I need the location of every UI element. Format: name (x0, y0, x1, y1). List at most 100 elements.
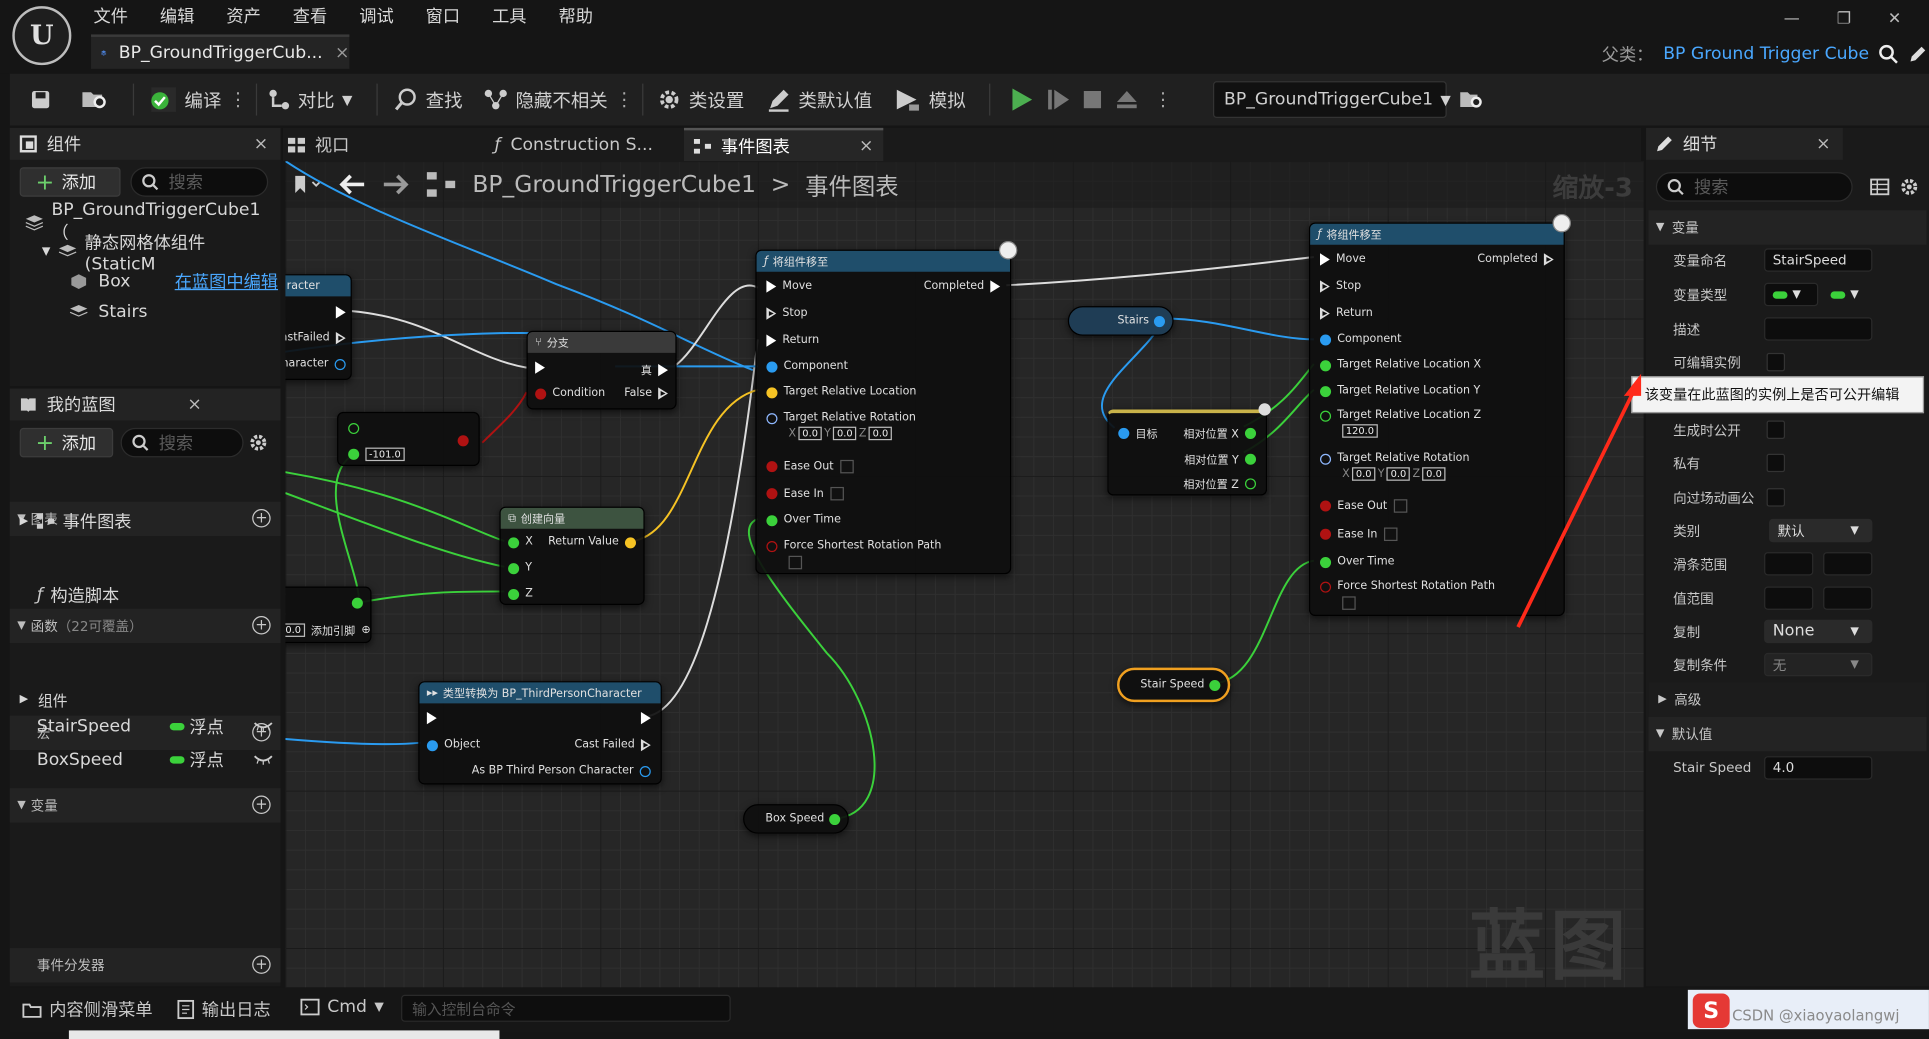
replication-dropdown[interactable]: None ▼ (1764, 619, 1873, 644)
float-in-pin[interactable] (348, 448, 360, 460)
node-get-box-speed[interactable]: Box Speed (743, 804, 849, 834)
node-cast-partial[interactable]: racter astFailed haracter (285, 274, 352, 380)
exec-out-pin[interactable] (990, 280, 1001, 293)
details-search[interactable]: 搜索 (1655, 172, 1853, 202)
category-dropdown[interactable]: 默认 ▼ (1769, 518, 1873, 543)
var-type-dropdown[interactable]: ▼ (1764, 282, 1819, 307)
rotation-x-box[interactable]: 0.0 (1352, 467, 1376, 481)
ease-in-checkbox[interactable] (1383, 527, 1398, 542)
node-get-stairs[interactable]: Stairs (1067, 306, 1174, 336)
add-dispatcher-icon[interactable]: + (252, 955, 271, 974)
object-in-pin[interactable] (766, 360, 778, 372)
blueprint-graph-canvas[interactable]: BP_GroundTriggerCube1 > 事件图表 缩放-3 蓝图 rac… (285, 161, 1644, 988)
exec-in-pin[interactable] (426, 711, 437, 725)
node-move-component-to-1[interactable]: ƒ 将组件移至 Move Completed Stop Return Compon… (755, 241, 1018, 575)
rotation-y-box[interactable]: 0.0 (833, 426, 857, 441)
find-button[interactable]: 查找 (394, 74, 463, 126)
private-checkbox[interactable] (1766, 453, 1786, 473)
menu-view[interactable]: 查看 (293, 4, 327, 29)
rotation-z-box[interactable]: 0.0 (1422, 467, 1446, 481)
my-blueprint-close[interactable]: × (187, 395, 201, 415)
vector-out-pin[interactable] (624, 536, 637, 548)
description-input[interactable] (1764, 317, 1873, 341)
exec-out-pin[interactable] (335, 306, 346, 319)
details-section-defaults[interactable]: ▼ 默认值 (1648, 716, 1927, 752)
object-in-pin[interactable] (1118, 427, 1130, 439)
stop-button[interactable] (1083, 74, 1103, 126)
container-type-dropdown[interactable]: ▼ (1823, 283, 1872, 306)
restore-button[interactable]: ❐ (1837, 10, 1851, 28)
float-out-pin[interactable] (1209, 679, 1221, 691)
bool-in-pin[interactable] (1320, 580, 1332, 593)
debug-object-browse[interactable] (1459, 74, 1484, 126)
rotation-y-box[interactable]: 0.0 (1386, 467, 1410, 481)
location-z-box[interactable]: 120.0 (1342, 424, 1378, 438)
edit-in-blueprint-link[interactable]: 在蓝图中编辑 (175, 269, 278, 294)
tree-item-box[interactable]: Box 在蓝图中编辑 (69, 266, 278, 298)
value-range-max[interactable] (1823, 586, 1873, 610)
hide-unrelated-button[interactable]: 隐藏不相关 ⋮ (483, 74, 634, 126)
bool-in-pin[interactable] (1320, 528, 1332, 540)
instance-editable-checkbox[interactable] (1766, 352, 1786, 372)
expose-on-spawn-checkbox[interactable] (1766, 420, 1786, 439)
float-in-pin[interactable] (766, 514, 778, 526)
object-in-pin[interactable] (426, 739, 438, 751)
diff-button[interactable]: 对比 ▼ (268, 74, 352, 126)
float-out-pin[interactable] (351, 597, 363, 609)
search-icon[interactable] (1879, 44, 1899, 64)
ease-out-checkbox[interactable] (839, 459, 854, 474)
add-member-button[interactable]: + 添加 (19, 427, 114, 458)
add-function-icon[interactable]: + (252, 616, 271, 635)
float-in-pin[interactable] (1320, 410, 1332, 422)
play-options-button[interactable]: ⋮ (1154, 74, 1172, 126)
variable-box-speed[interactable]: BoxSpeed 浮点 (37, 744, 278, 776)
menu-file[interactable]: 文件 (93, 4, 127, 29)
table-view-icon[interactable] (1870, 177, 1890, 197)
parent-class-link[interactable]: BP Ground Trigger Cube (1663, 44, 1869, 64)
play-button[interactable] (1009, 74, 1034, 126)
node-add-partial[interactable]: 0.0 添加引脚 ⊕ (285, 586, 372, 644)
exec-out-pin[interactable] (335, 331, 346, 345)
exec-out-pin[interactable] (658, 363, 668, 376)
object-out-pin[interactable] (1153, 315, 1165, 327)
bool-out-pin[interactable] (457, 435, 469, 447)
rotator-in-pin[interactable] (766, 412, 778, 424)
exec-in-pin[interactable] (1320, 307, 1330, 320)
expose-cinematics-checkbox[interactable] (1766, 488, 1786, 507)
force-shortest-checkbox[interactable] (788, 555, 803, 570)
node-make-vector[interactable]: ⧉ 创建向量 X Y Z Return Value (499, 506, 645, 605)
exec-in-pin[interactable] (1320, 280, 1330, 293)
force-shortest-checkbox[interactable] (1342, 596, 1356, 610)
ease-in-checkbox[interactable] (829, 486, 844, 501)
node-value-partial[interactable]: -101.0 (337, 411, 480, 467)
float-in-pin[interactable] (348, 422, 360, 435)
section-functions[interactable]: ▼ 函数 （22可覆盖） + (9, 608, 281, 644)
cmd-dropdown[interactable]: Cmd ▼ (300, 997, 384, 1017)
value-range-min[interactable] (1764, 586, 1814, 610)
console-input[interactable]: 输入控制台命令 (401, 994, 731, 1022)
tree-item-stairs[interactable]: Stairs (69, 296, 148, 328)
object-in-pin[interactable] (1320, 333, 1332, 345)
tab-construction-script[interactable]: ƒ Construction S... (495, 128, 653, 161)
float-out-pin[interactable] (1244, 427, 1257, 439)
save-button[interactable] (30, 74, 52, 126)
details-section-variables[interactable]: ▼ 变量 (1648, 210, 1927, 245)
eject-button[interactable] (1115, 74, 1140, 126)
exec-in-pin[interactable] (766, 334, 777, 347)
slider-range-max[interactable] (1823, 552, 1873, 576)
close-window-button[interactable]: ✕ (1888, 10, 1901, 28)
minimize-button[interactable]: — (1784, 10, 1800, 28)
settings-gear-icon[interactable] (249, 433, 269, 453)
slider-range-min[interactable] (1764, 552, 1814, 576)
details-close[interactable]: × (1816, 134, 1830, 154)
function-item-construction[interactable]: ƒ 构造脚本 (37, 579, 119, 611)
graph-item-event-graph[interactable]: ▶ 事件图表 (20, 505, 132, 537)
object-out-pin[interactable] (639, 765, 651, 777)
menu-debug[interactable]: 调试 (359, 4, 393, 29)
edit-pencil-icon[interactable] (1908, 44, 1928, 64)
class-defaults-button[interactable]: 类默认值 (766, 74, 872, 126)
eye-closed-icon[interactable] (253, 721, 273, 733)
float-in-pin[interactable] (1320, 359, 1332, 371)
menu-window[interactable]: 窗口 (426, 4, 460, 29)
default-value-input[interactable]: 4.0 (1764, 756, 1873, 780)
